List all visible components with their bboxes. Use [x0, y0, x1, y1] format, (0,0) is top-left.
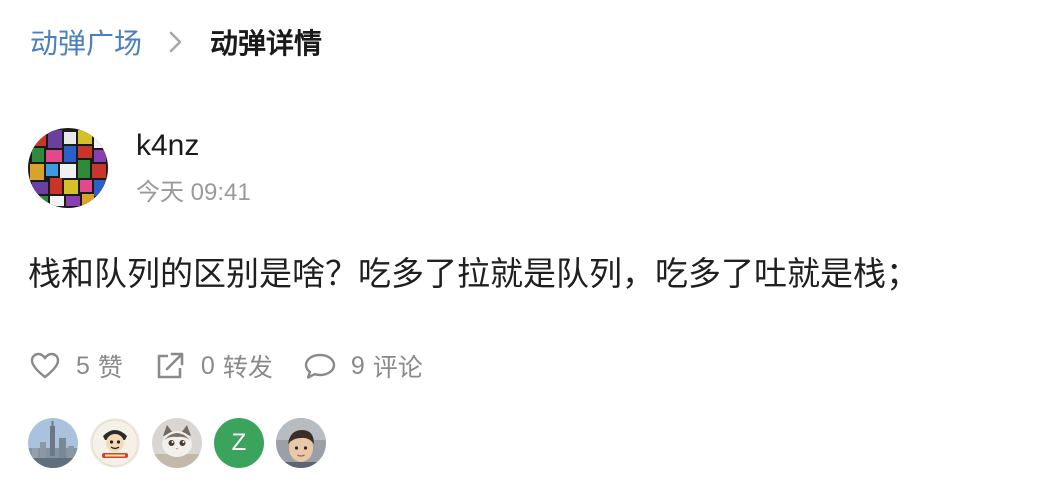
like-count: 5 [76, 351, 90, 380]
author-name[interactable]: k4nz [136, 128, 251, 164]
comment-label: 评论 [372, 354, 423, 382]
liker-initial: Z [231, 429, 247, 456]
post-header: k4nz 今天 09:41 [28, 128, 251, 208]
post-time: 今天 09:41 [136, 179, 251, 206]
breadcrumb: 动弹广场 动弹详情 [30, 22, 322, 62]
like-button[interactable]: 5 赞 [28, 348, 123, 384]
liker-avatar[interactable] [276, 418, 326, 468]
comment-button[interactable]: 9 评论 [303, 348, 423, 384]
speech-bubble-icon [303, 349, 337, 383]
author-meta: k4nz 今天 09:41 [136, 128, 251, 208]
forward-label: 转发 [222, 354, 273, 382]
liker-avatar[interactable] [28, 418, 78, 468]
liker-avatar[interactable] [90, 418, 140, 468]
liker-avatars: Z [28, 418, 338, 468]
comment-count: 9 [350, 351, 365, 380]
like-label: 赞 [97, 354, 123, 382]
liker-avatar[interactable]: Z [214, 418, 264, 468]
chevron-right-icon [156, 22, 196, 62]
forward-button[interactable]: 0 转发 [153, 348, 273, 384]
post-content: 栈和队列的区别是啥？吃多了拉就是队列，吃多了吐就是栈； [28, 255, 919, 292]
share-external-icon [153, 349, 187, 383]
heart-outline-icon [28, 349, 62, 383]
liker-avatar[interactable] [152, 418, 202, 468]
action-bar: 5 赞 0 转发 9 评论 [28, 346, 453, 386]
forward-count: 0 [200, 351, 215, 380]
page-title: 动弹详情 [210, 28, 323, 59]
avatar[interactable] [28, 128, 108, 208]
breadcrumb-link-square[interactable]: 动弹广场 [30, 22, 142, 62]
